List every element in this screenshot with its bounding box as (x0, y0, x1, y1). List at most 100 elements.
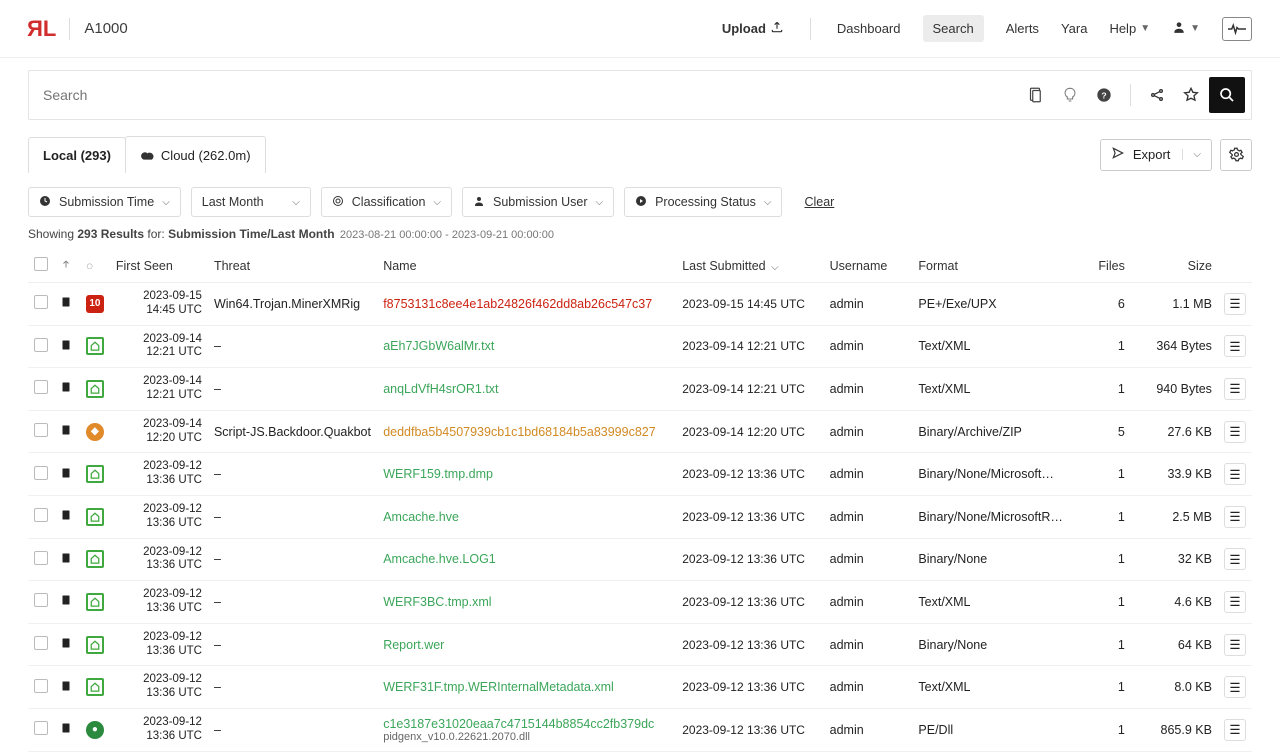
settings-button[interactable] (1220, 139, 1252, 171)
row-checkbox[interactable] (34, 636, 48, 650)
row-actions-button[interactable]: ☰ (1224, 378, 1246, 400)
nav-dashboard[interactable]: Dashboard (837, 21, 901, 36)
row-actions-button[interactable]: ☰ (1224, 634, 1246, 656)
app-logo: RL (28, 16, 55, 42)
row-actions-button[interactable]: ☰ (1224, 293, 1246, 315)
file-count: 5 (1082, 410, 1131, 453)
local-sample-icon (60, 681, 72, 695)
nav-search[interactable]: Search (923, 15, 984, 42)
threat-name: – (208, 495, 377, 538)
sample-name-link[interactable]: deddfba5b4507939cb1c1bd68184b5a83999c827 (383, 425, 656, 439)
sample-name-link[interactable]: Amcache.hve.LOG1 (383, 552, 496, 566)
filter-submission-user[interactable]: Submission User ⌵ (462, 187, 614, 217)
row-actions-button[interactable]: ☰ (1224, 719, 1246, 741)
local-sample-icon (60, 340, 72, 354)
tab-cloud[interactable]: Cloud (262.0m) (125, 136, 266, 173)
sample-name-link[interactable]: aEh7JGbW6alMr.txt (383, 339, 494, 353)
username: admin (824, 538, 913, 581)
nav-alerts[interactable]: Alerts (1006, 21, 1039, 36)
row-checkbox[interactable] (34, 466, 48, 480)
select-all-checkbox[interactable] (34, 257, 48, 271)
first-seen: 2023-09-1412:20 UTC (116, 418, 202, 446)
sample-name-link[interactable]: f8753131c8ee4e1ab24826f462dd8ab26c547c37 (383, 297, 652, 311)
row-checkbox[interactable] (34, 679, 48, 693)
filter-label: Processing Status (655, 195, 756, 209)
col-first-seen[interactable]: First Seen (110, 249, 208, 283)
row-checkbox[interactable] (34, 593, 48, 607)
col-username[interactable]: Username (824, 249, 913, 283)
row-actions-button[interactable]: ☰ (1224, 335, 1246, 357)
filter-submission-time[interactable]: Submission Time ⌵ (28, 187, 181, 217)
upload-link[interactable]: Upload (722, 20, 784, 37)
user-menu[interactable]: ▼ (1172, 20, 1200, 37)
row-actions-button[interactable]: ☰ (1224, 506, 1246, 528)
tab-cloud-label: Cloud (262.0m) (161, 148, 251, 163)
sample-name-link[interactable]: c1e3187e31020eaa7c4715144b8854cc2fb379dc (383, 717, 654, 731)
col-last-submitted[interactable]: Last Submitted ⌵ (676, 249, 823, 283)
local-sample-icon (60, 595, 72, 609)
severity-col-icon[interactable]: ○ (86, 259, 94, 273)
row-checkbox[interactable] (34, 721, 48, 735)
table-row: 2023-09-1213:36 UTC–WERF159.tmp.dmp2023-… (28, 453, 1252, 496)
play-icon (635, 195, 647, 210)
format: Binary/None (912, 538, 1081, 581)
row-checkbox[interactable] (34, 380, 48, 394)
row-checkbox[interactable] (34, 423, 48, 437)
table-row: 2023-09-1412:21 UTC–aEh7JGbW6alMr.txt202… (28, 325, 1252, 368)
col-name[interactable]: Name (377, 249, 676, 283)
share-icon[interactable] (1149, 87, 1165, 103)
system-status-button[interactable] (1222, 17, 1252, 41)
format: Binary/None (912, 623, 1081, 666)
format: Text/XML (912, 325, 1081, 368)
last-submitted: 2023-09-12 13:36 UTC (676, 581, 823, 624)
upload-col-icon[interactable] (60, 258, 72, 273)
filter-classification[interactable]: Classification ⌵ (321, 187, 452, 217)
filter-label: Submission Time (59, 195, 154, 209)
sample-name-link[interactable]: WERF31F.tmp.WERInternalMetadata.xml (383, 680, 614, 694)
username: admin (824, 495, 913, 538)
sample-name-link[interactable]: Amcache.hve (383, 510, 459, 524)
table-row: ◆2023-09-1412:20 UTCScript-JS.Backdoor.Q… (28, 410, 1252, 453)
row-checkbox[interactable] (34, 295, 48, 309)
scope-tabs: Local (293) Cloud (262.0m) Export ⌵ (0, 120, 1280, 173)
table-row: 2023-09-1213:36 UTC–Amcache.hve.LOG12023… (28, 538, 1252, 581)
row-actions-button[interactable]: ☰ (1224, 421, 1246, 443)
sample-name-link[interactable]: WERF3BC.tmp.xml (383, 595, 491, 609)
help-icon[interactable]: ? (1096, 87, 1112, 103)
filter-processing-status[interactable]: Processing Status ⌵ (624, 187, 782, 217)
star-icon[interactable] (1183, 87, 1199, 103)
filter-timerange-select[interactable]: Last Month ⌵ (191, 187, 311, 217)
bulb-icon[interactable] (1062, 87, 1078, 103)
clear-filters-link[interactable]: Clear (804, 195, 834, 209)
nav-help[interactable]: Help ▼ (1109, 21, 1150, 36)
summary-daterange: 2023-08-21 00:00:00 - 2023-09-21 00:00:0… (340, 229, 554, 241)
last-submitted: 2023-09-15 14:45 UTC (676, 283, 823, 326)
row-actions-button[interactable]: ☰ (1224, 591, 1246, 613)
row-checkbox[interactable] (34, 551, 48, 565)
search-input[interactable] (29, 71, 1022, 119)
tab-local[interactable]: Local (293) (28, 137, 126, 173)
local-sample-icon (60, 510, 72, 524)
col-files[interactable]: Files (1082, 249, 1131, 283)
col-format[interactable]: Format (912, 249, 1081, 283)
chevron-down-icon: ▼ (1140, 23, 1150, 34)
row-actions-button[interactable]: ☰ (1224, 676, 1246, 698)
row-checkbox[interactable] (34, 338, 48, 352)
nav-yara[interactable]: Yara (1061, 21, 1088, 36)
username: admin (824, 453, 913, 496)
sample-name-link[interactable]: Report.wer (383, 638, 444, 652)
row-checkbox[interactable] (34, 508, 48, 522)
row-actions-button[interactable]: ☰ (1224, 463, 1246, 485)
filters-bar: Submission Time ⌵ Last Month ⌵ Classific… (0, 173, 1280, 227)
clipboard-icon[interactable] (1026, 86, 1044, 104)
sample-name-link[interactable]: WERF159.tmp.dmp (383, 467, 493, 481)
top-bar: RL A1000 Upload Dashboard Search Alerts … (0, 0, 1280, 58)
sample-name-link[interactable]: anqLdVfH4srOR1.txt (383, 382, 498, 396)
username: admin (824, 708, 913, 751)
search-button[interactable] (1209, 77, 1245, 113)
col-size[interactable]: Size (1131, 249, 1218, 283)
row-actions-button[interactable]: ☰ (1224, 548, 1246, 570)
severity-badge-goodware (86, 593, 104, 611)
col-threat[interactable]: Threat (208, 249, 377, 283)
export-button[interactable]: Export ⌵ (1100, 139, 1212, 171)
